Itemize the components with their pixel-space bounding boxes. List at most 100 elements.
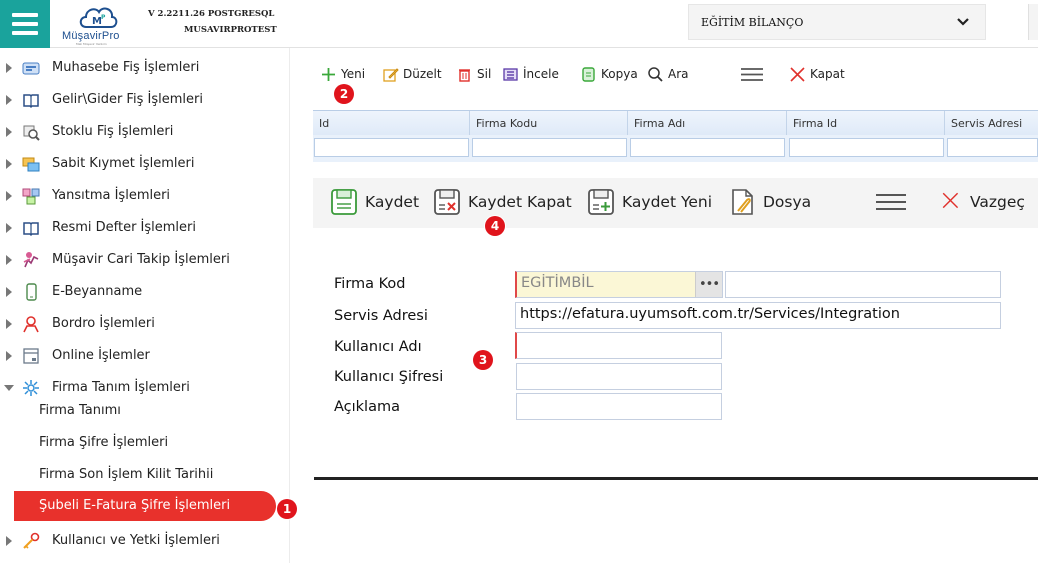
sidebar-item-resmi-defter[interactable]: Resmi Defter İşlemleri <box>0 212 290 244</box>
new-button-label: Yeni <box>341 67 366 81</box>
menu-lines-icon <box>741 67 763 81</box>
person-icon <box>23 316 39 333</box>
sidebar-item-label: Muhasebe Fiş İşlemleri <box>52 60 200 75</box>
aciklama-label: Açıklama <box>334 399 400 415</box>
kullanici-adi-label: Kullanıcı Adı <box>334 339 422 355</box>
sidebar-subitem-label: Firma Son İşlem Kilit Tarihii <box>39 467 214 482</box>
aciklama-field[interactable] <box>516 393 722 420</box>
grid-filter-firma-id[interactable] <box>789 138 944 157</box>
sidebar-item-label: Yansıtma İşlemleri <box>52 188 171 203</box>
pencil-icon <box>383 67 399 82</box>
sidebar-subitem-subeli-efatura-sifre[interactable]: Şubeli E-Fatura Şifre İşlemleri <box>14 491 276 521</box>
period-select-value: EĞİTİM BİLANÇO <box>701 15 804 29</box>
sidebar-item-kullanici-yetki[interactable]: Kullanıcı ve Yetki İşlemleri <box>0 525 290 557</box>
menu-bar-line <box>12 13 38 17</box>
sidebar-item-muhasebe-fis[interactable]: Muhasebe Fiş İşlemleri <box>0 52 290 84</box>
form-toolbar: Kaydet Kaydet Kapat Kaydet Yeni Dosya Va… <box>313 178 1038 228</box>
phone-icon <box>26 283 37 301</box>
firma-kod-lookup-button[interactable]: ••• <box>695 272 722 297</box>
save-new-icon <box>588 189 614 215</box>
sidebar-item-sabit-kiymet[interactable]: Sabit Kıymet İşlemleri <box>0 148 290 180</box>
save-button-label: Kaydet <box>365 193 420 211</box>
save-disk-icon <box>331 189 357 215</box>
sidebar-item-gelir-gider[interactable]: Gelir\Gider Fiş İşlemleri <box>0 84 290 116</box>
sidebar-subitem-label: Şubeli E-Fatura Şifre İşlemleri <box>39 498 231 513</box>
chevron-down-icon <box>957 18 969 26</box>
sidebar-subitem-firma-sifre[interactable]: Firma Şifre İşlemleri <box>0 428 290 458</box>
copy-icon <box>582 66 595 82</box>
app-logo: M P MüşavirPro Mali Müşavir Yazılımı <box>58 3 142 46</box>
caret-right-icon <box>6 351 12 361</box>
database-name: MUSAVIRPROTEST <box>184 25 277 35</box>
search-icon <box>648 66 663 82</box>
sidebar-subitem-firma-tanimi[interactable]: Firma Tanımı <box>0 396 290 426</box>
sidebar-item-yansitma[interactable]: Yansıtma İşlemleri <box>0 180 290 212</box>
grid-filter-firma-adi[interactable] <box>630 138 785 157</box>
grid-column-id[interactable]: Id <box>313 111 470 135</box>
kullanici-sifresi-label: Kullanıcı Şifresi <box>334 369 444 385</box>
caret-right-icon <box>6 287 12 297</box>
cancel-button-label: Vazgeç <box>970 193 1025 211</box>
caret-right-icon <box>6 319 12 329</box>
copy-button-label: Kopya <box>601 67 638 81</box>
sidebar-item-musavir-cari[interactable]: Müşavir Cari Takip İşlemleri <box>0 244 290 276</box>
menu-bar-line <box>12 22 38 26</box>
save-button[interactable]: Kaydet <box>329 187 419 217</box>
sidebar-item-bordro[interactable]: Bordro İşlemleri <box>0 308 290 340</box>
edit-button[interactable]: Düzelt <box>382 64 442 84</box>
servis-adresi-field[interactable]: https://efatura.uyumsoft.com.tr/Services… <box>515 302 1001 329</box>
caret-right-icon <box>6 127 12 137</box>
sidebar-item-label: Bordro İşlemleri <box>52 316 155 331</box>
menu-lines-icon <box>876 194 906 210</box>
hamburger-menu-button[interactable] <box>0 0 50 48</box>
topbar-secondary-select[interactable] <box>1028 4 1038 40</box>
inspect-list-icon <box>503 67 518 81</box>
form-menu-button[interactable] <box>876 187 906 217</box>
save-close-button[interactable]: Kaydet Kapat <box>432 187 572 217</box>
copy-button[interactable]: Kopya <box>580 64 638 84</box>
list-toolbar: Yeni Düzelt Sil İncele Kopya Ara Kapat <box>292 56 1038 92</box>
grid-column-firma-kodu[interactable]: Firma Kodu <box>470 111 628 135</box>
list-menu-button[interactable] <box>740 64 764 84</box>
step-marker-2: 2 <box>334 84 354 104</box>
save-new-button[interactable]: Kaydet Yeni <box>586 187 712 217</box>
period-select[interactable]: EĞİTİM BİLANÇO <box>688 4 986 40</box>
firma-kod-label: Firma Kod <box>334 276 406 292</box>
edit-button-label: Düzelt <box>403 67 442 81</box>
search-button[interactable]: Ara <box>647 64 689 84</box>
sidebar-item-label: Firma Tanım İşlemleri <box>52 380 190 395</box>
sidebar: Muhasebe Fiş İşlemleri Gelir\Gider Fiş İ… <box>0 48 290 563</box>
grid-column-servis-adresi[interactable]: Servis Adresi <box>945 111 1038 135</box>
caret-down-icon <box>4 385 14 391</box>
kullanici-adi-field[interactable] <box>515 332 722 359</box>
new-button[interactable]: Yeni <box>320 64 365 84</box>
servis-adresi-label: Servis Adresi <box>334 308 428 324</box>
reflection-icon <box>22 188 40 205</box>
grid-filter-id[interactable] <box>314 138 469 157</box>
sidebar-item-e-beyanname[interactable]: E-Beyanname <box>0 276 290 308</box>
firma-kod-field[interactable]: EGİTİMBİL <box>515 271 723 298</box>
kullanici-sifresi-field[interactable] <box>516 363 722 390</box>
book-icon <box>23 94 39 109</box>
grid-column-firma-adi[interactable]: Firma Adı <box>628 111 787 135</box>
sidebar-subitem-label: Firma Tanımı <box>39 403 121 418</box>
cancel-button[interactable]: Vazgeç <box>940 187 1025 217</box>
key-icon <box>23 532 40 549</box>
close-button[interactable]: Kapat <box>789 64 845 84</box>
step-marker-3: 3 <box>473 350 493 370</box>
inspect-button[interactable]: İncele <box>502 64 559 84</box>
grid-filter-firma-kodu[interactable] <box>472 138 627 157</box>
grid-column-firma-id[interactable]: Firma Id <box>787 111 945 135</box>
inspect-button-label: İncele <box>523 67 559 81</box>
save-close-button-label: Kaydet Kapat <box>468 193 572 211</box>
file-attach-icon <box>732 189 753 215</box>
save-close-icon <box>434 189 460 215</box>
grid-filter-servis-adresi[interactable] <box>947 138 1038 157</box>
sidebar-item-online[interactable]: Online İşlemler <box>0 340 290 372</box>
sidebar-subitem-son-islem-kilit[interactable]: Firma Son İşlem Kilit Tarihii <box>0 460 290 490</box>
file-button[interactable]: Dosya <box>727 187 811 217</box>
sidebar-item-label: Resmi Defter İşlemleri <box>52 220 197 235</box>
delete-button[interactable]: Sil <box>456 64 491 84</box>
sidebar-item-stoklu-fis[interactable]: Stoklu Fiş İşlemleri <box>0 116 290 148</box>
firma-kod-name-field[interactable] <box>725 271 1001 298</box>
